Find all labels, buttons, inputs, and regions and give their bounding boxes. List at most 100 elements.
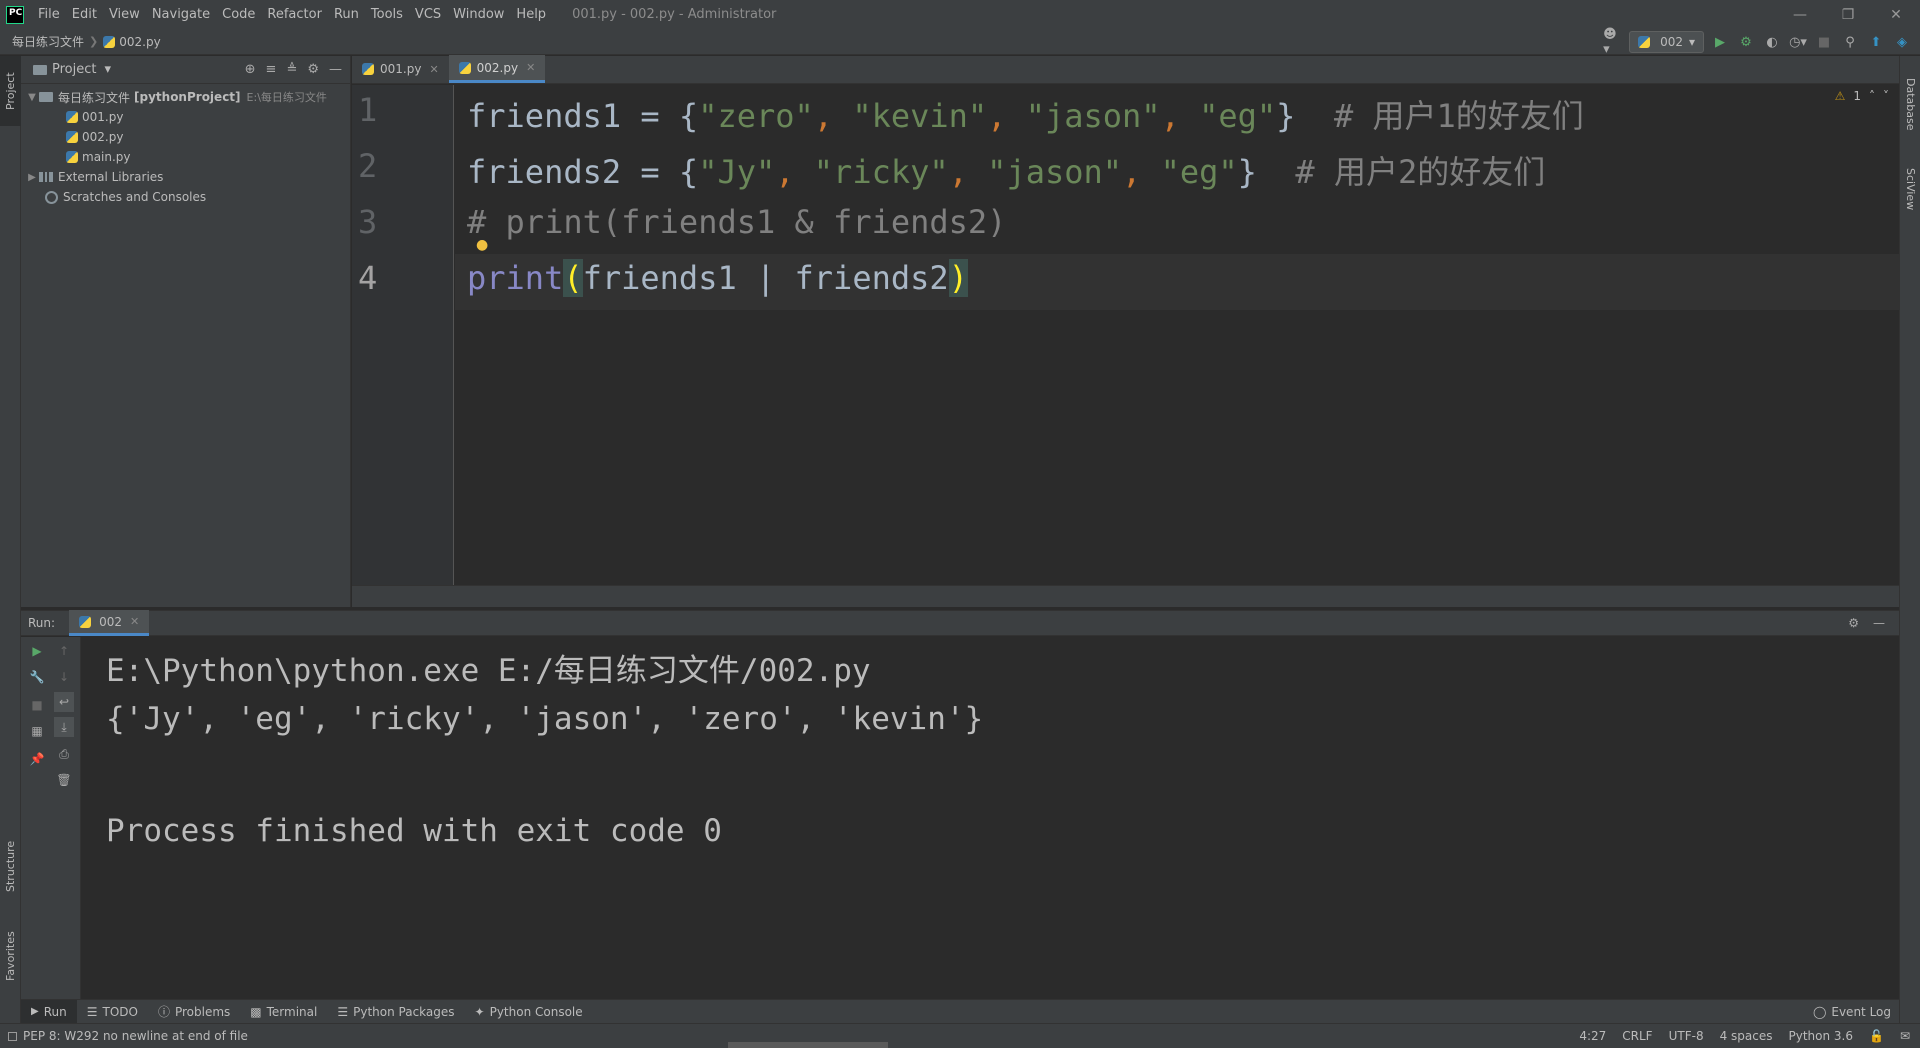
line-separator[interactable]: CRLF [1622, 1029, 1652, 1043]
coverage-icon[interactable]: ◐ [1762, 32, 1782, 52]
tree-file[interactable]: main.py [21, 147, 350, 167]
run-tab-002[interactable]: 002 ✕ [69, 610, 150, 636]
chevron-down-icon[interactable]: ▼ [25, 92, 39, 103]
tree-scratches[interactable]: Scratches and Consoles [21, 187, 350, 207]
event-log-tab[interactable]: ◯ Event Log [1813, 1005, 1899, 1019]
pin-icon[interactable]: 📌 [27, 749, 47, 769]
indent-setting[interactable]: 4 spaces [1720, 1029, 1773, 1043]
print-icon[interactable]: ⎙ [54, 744, 74, 764]
notifications-icon[interactable]: ✉ [1900, 1029, 1910, 1043]
info-icon: ⓘ [157, 1005, 170, 1019]
todo-tool-tab[interactable]: ☰ TODO [77, 1000, 148, 1024]
expand-all-icon[interactable]: ≡ [266, 62, 277, 77]
wrench-icon[interactable]: 🔧 [27, 667, 47, 687]
run-panel-header: Run: 002 ✕ ⚙ — [21, 610, 1899, 636]
soft-wrap-icon[interactable]: ↩ [54, 692, 74, 712]
python-console-tool-tab[interactable]: ✦ Python Console [465, 1000, 593, 1024]
project-tool-tab[interactable]: Project [0, 56, 21, 126]
update-icon[interactable]: ⬆ [1866, 32, 1886, 52]
chevron-up-icon[interactable]: ˄ [1869, 89, 1875, 103]
problems-tool-tab[interactable]: ⓘ Problems [148, 1000, 240, 1024]
interpreter[interactable]: Python 3.6 [1788, 1029, 1853, 1043]
tree-root-project: [pythonProject] [134, 90, 241, 104]
user-icon[interactable]: ☻▾ [1603, 27, 1623, 57]
breadcrumb-file[interactable]: 002.py [119, 35, 160, 49]
layout-icon[interactable]: ▦ [27, 721, 47, 741]
close-icon[interactable]: ✕ [1872, 0, 1920, 29]
menu-vcs[interactable]: VCS [409, 0, 447, 29]
menu-run[interactable]: Run [328, 0, 365, 29]
menu-help[interactable]: Help [510, 0, 552, 29]
code-editor[interactable]: 1 2 3 4 friends1 = {"zero", "kevin", "ja… [352, 85, 1899, 585]
code-token: friends2 = { [467, 153, 699, 191]
breadcrumb-project[interactable]: 每日练习文件 [12, 33, 84, 50]
close-icon[interactable]: ✕ [526, 61, 535, 74]
close-icon[interactable]: ✕ [130, 615, 139, 628]
code-token: "zero" [698, 97, 814, 135]
pycharm-logo-icon: PC [6, 5, 24, 24]
editor-horizontal-scrollbar[interactable] [352, 585, 1899, 607]
gear-icon[interactable]: ⚙ [307, 62, 319, 77]
menu-tools[interactable]: Tools [365, 0, 409, 29]
project-panel-header: Project ▾ ⊕ ≡ ≜ ⚙ — [21, 56, 350, 84]
stop-icon[interactable]: ■ [1814, 32, 1834, 52]
gear-icon[interactable]: ⚙ [1848, 616, 1859, 630]
chevron-down-icon[interactable]: ˅ [1883, 89, 1889, 103]
tree-file[interactable]: 002.py [21, 127, 350, 147]
restore-icon[interactable]: ❐ [1824, 0, 1872, 29]
caret-position[interactable]: 4:27 [1579, 1029, 1606, 1043]
debug-icon[interactable]: ⚙ [1736, 32, 1756, 52]
console-line: E:\Python\python.exe E:/每日练习文件/002.py [106, 653, 871, 689]
project-tree: ▼ 每日练习文件 [pythonProject] E:\每日练习文件 001.p… [21, 84, 350, 207]
run-console[interactable]: E:\Python\python.exe E:/每日练习文件/002.py {'… [81, 637, 1899, 999]
stop-icon[interactable]: ■ [27, 695, 47, 715]
chevron-right-icon[interactable]: ▶ [25, 172, 39, 183]
search-icon[interactable]: ⚲ [1840, 32, 1860, 52]
python-packages-tool-tab[interactable]: ☰ Python Packages [327, 1000, 464, 1024]
run-configuration-select[interactable]: 002 ▾ [1629, 31, 1704, 53]
menu-file[interactable]: File [32, 0, 66, 29]
menu-window[interactable]: Window [447, 0, 510, 29]
tab-001-py[interactable]: 001.py ✕ [352, 55, 449, 83]
menu-code[interactable]: Code [216, 0, 261, 29]
collapse-all-icon[interactable]: ≜ [286, 62, 297, 77]
scratches-icon [45, 190, 58, 204]
status-message[interactable]: PEP 8: W292 no newline at end of file [0, 1029, 248, 1043]
tree-file[interactable]: 001.py [21, 107, 350, 127]
database-tool-tab[interactable]: Database [1900, 64, 1920, 144]
scroll-to-end-icon[interactable]: ⤓ [54, 717, 74, 737]
chevron-down-icon: ▾ [1688, 35, 1695, 49]
terminal-tool-tab[interactable]: ▩ Terminal [240, 1000, 327, 1024]
trash-icon[interactable]: 🗑 [54, 770, 74, 790]
status-message-text: PEP 8: W292 no newline at end of file [23, 1029, 248, 1043]
plugin-icon[interactable]: ◈ [1892, 32, 1912, 52]
menu-edit[interactable]: Edit [66, 0, 103, 29]
tree-external-libraries[interactable]: ▶ External Libraries [21, 167, 350, 187]
sciview-tool-tab[interactable]: SciView [1900, 154, 1920, 224]
file-encoding[interactable]: UTF-8 [1669, 1029, 1704, 1043]
structure-tool-tab[interactable]: Structure [0, 826, 21, 906]
profile-icon[interactable]: ◷▾ [1788, 32, 1808, 52]
favorites-tool-tab[interactable]: Favorites [0, 916, 21, 996]
project-panel-title[interactable]: Project [52, 62, 96, 77]
tree-root[interactable]: ▼ 每日练习文件 [pythonProject] E:\每日练习文件 [21, 87, 350, 107]
tab-002-py[interactable]: 002.py ✕ [448, 55, 546, 83]
menu-navigate[interactable]: Navigate [146, 0, 216, 29]
menu-view[interactable]: View [103, 0, 146, 29]
lightbulb-icon[interactable]: ● [476, 237, 488, 253]
rerun-icon[interactable]: ▶ [27, 641, 47, 661]
run-tab-label: 002 [99, 614, 122, 629]
inspection-widget[interactable]: ⚠ 1 ˄ ˅ [1835, 89, 1889, 103]
run-icon[interactable]: ▶ [1710, 32, 1730, 52]
up-arrow-icon[interactable]: ↑ [54, 641, 74, 661]
run-tool-tab[interactable]: ▶ Run [21, 999, 77, 1024]
down-arrow-icon[interactable]: ↓ [54, 667, 74, 687]
chevron-down-icon[interactable]: ▾ [104, 62, 111, 77]
hide-icon[interactable]: — [1873, 616, 1885, 630]
menu-refactor[interactable]: Refactor [261, 0, 328, 29]
locate-icon[interactable]: ⊕ [245, 62, 256, 77]
lock-icon[interactable]: 🔓 [1869, 1029, 1884, 1043]
close-icon[interactable]: ✕ [429, 63, 438, 76]
minimize-icon[interactable]: — [1776, 0, 1824, 29]
hide-icon[interactable]: — [329, 62, 342, 77]
